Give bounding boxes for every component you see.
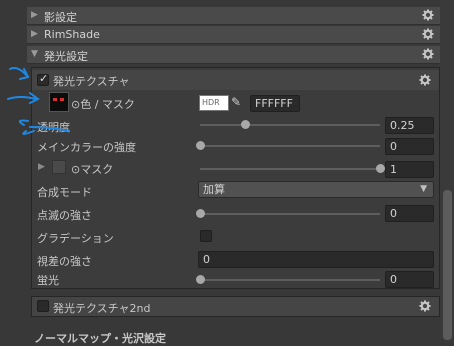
color-mask-label: ⊙色 / マスク (71, 98, 135, 111)
emission-texture-2nd-label: 発光テクスチャ2nd (53, 302, 151, 315)
section-title: 影設定 (44, 11, 77, 24)
gradation-checkbox[interactable] (200, 230, 212, 242)
eyedropper-icon[interactable]: ✎ (231, 95, 241, 109)
hex-color-field[interactable]: FFFFFF (250, 95, 300, 112)
gear-icon[interactable] (419, 74, 431, 86)
mask-value-field[interactable]: 1 (385, 161, 434, 178)
section-header-rimshade[interactable]: ▶ RimShade (27, 26, 440, 44)
gear-icon[interactable] (422, 9, 434, 21)
section-header-emission[interactable]: ▼ 発光設定 (27, 46, 440, 64)
gear-icon[interactable] (422, 28, 434, 40)
hdr-label: HDR (202, 98, 220, 107)
blink-strength-label: 点滅の強さ (37, 209, 92, 222)
transparency-value-field[interactable]: 0.25 (385, 117, 434, 134)
mask-texture-slot[interactable] (52, 160, 66, 174)
blend-mode-label: 合成モード (37, 186, 92, 199)
emission-texture-2nd-header[interactable]: 発光テクスチャ2nd (31, 296, 440, 317)
expand-arrow-icon[interactable]: ▶ (31, 29, 38, 39)
gradation-label: グラデーション (37, 232, 114, 245)
expand-arrow-icon[interactable]: ▶ (38, 162, 45, 172)
blend-mode-selected: 加算 (203, 183, 225, 196)
vertical-scrollbar[interactable] (440, 0, 454, 342)
parallax-strength-value-field[interactable]: 0 (198, 251, 434, 268)
mask-label: ⊙マスク (71, 163, 114, 176)
main-color-strength-value-field[interactable]: 0 (385, 138, 434, 155)
blend-mode-dropdown[interactable]: 加算 ▼ (198, 181, 434, 198)
section-header-shadow[interactable]: ▶ 影設定 (27, 7, 440, 25)
gear-icon[interactable] (422, 48, 434, 60)
fluorescence-slider-handle[interactable] (195, 275, 205, 284)
normal-map-section-title: ノーマルマップ・光沢設定 (34, 332, 166, 345)
blink-strength-slider-handle[interactable] (195, 209, 205, 218)
mask-slider-track[interactable] (200, 168, 380, 170)
main-color-strength-slider-track[interactable] (200, 145, 380, 147)
fluorescence-label: 蛍光 (37, 274, 59, 287)
mask-slider-handle[interactable] (375, 164, 385, 173)
scrollbar-thumb[interactable] (443, 190, 452, 340)
blink-strength-value-field[interactable]: 0 (385, 205, 434, 222)
parallax-strength-label: 視差の強さ (37, 255, 92, 268)
emission-texture-2nd-toggle[interactable] (37, 300, 49, 312)
expand-arrow-icon[interactable]: ▶ (31, 10, 38, 20)
transparency-slider-handle[interactable] (240, 120, 250, 129)
hdr-color-swatch[interactable]: HDR (199, 95, 229, 111)
fluorescence-slider-track[interactable] (200, 279, 380, 281)
chevron-down-icon: ▼ (420, 184, 427, 194)
blink-strength-slider-track[interactable] (200, 213, 380, 215)
main-color-strength-slider-handle[interactable] (195, 141, 205, 150)
section-title: RimShade (44, 28, 100, 41)
fluorescence-value-field[interactable]: 0 (385, 271, 434, 288)
gear-icon[interactable] (419, 300, 431, 312)
transparency-slider-track[interactable] (200, 124, 380, 126)
annotation-marks (7, 67, 70, 135)
